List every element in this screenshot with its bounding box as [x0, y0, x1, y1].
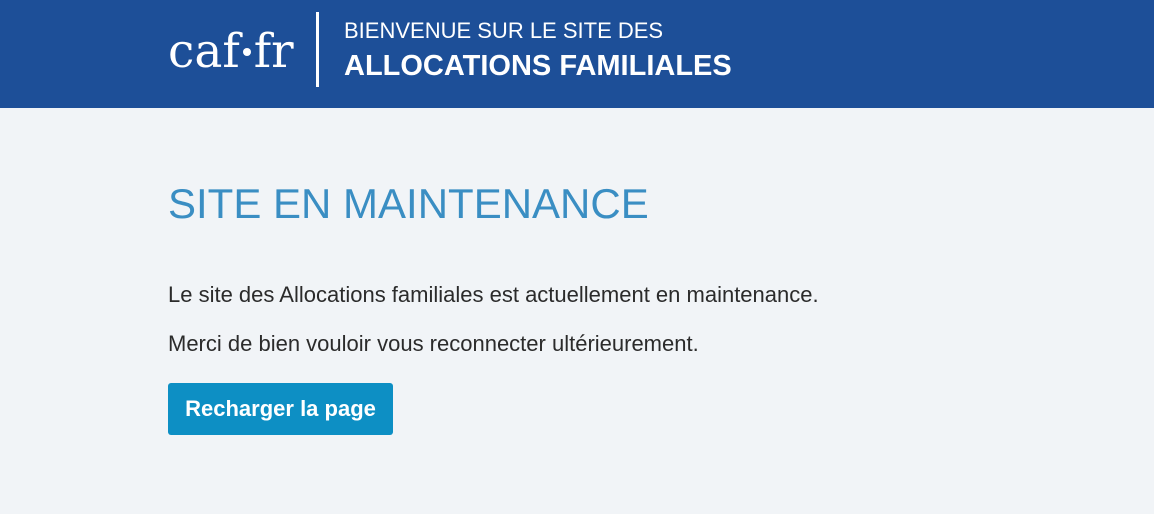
reload-page-button[interactable]: Recharger la page [168, 383, 393, 435]
header-divider [316, 12, 319, 87]
welcome-banner: BIENVENUE SUR LE SITE DES ALLOCATIONS FA… [344, 18, 732, 84]
welcome-line-2: ALLOCATIONS FAMILIALES [344, 50, 732, 82]
page-title: SITE EN MAINTENANCE [168, 180, 649, 227]
welcome-line-1: BIENVENUE SUR LE SITE DES [344, 18, 664, 43]
caf-logo[interactable]: caf fr [168, 22, 294, 82]
logo-dot-icon [242, 48, 251, 56]
logo-text-fr: fr [253, 24, 294, 79]
reconnect-message: Merci de bien vouloir vous reconnecter u… [168, 331, 699, 356]
site-header: caf fr BIENVENUE SUR LE SITE DES ALLOCATI… [0, 0, 1154, 108]
maintenance-message: Le site des Allocations familiales est a… [168, 282, 819, 307]
logo-text-caf: caf [168, 24, 240, 79]
